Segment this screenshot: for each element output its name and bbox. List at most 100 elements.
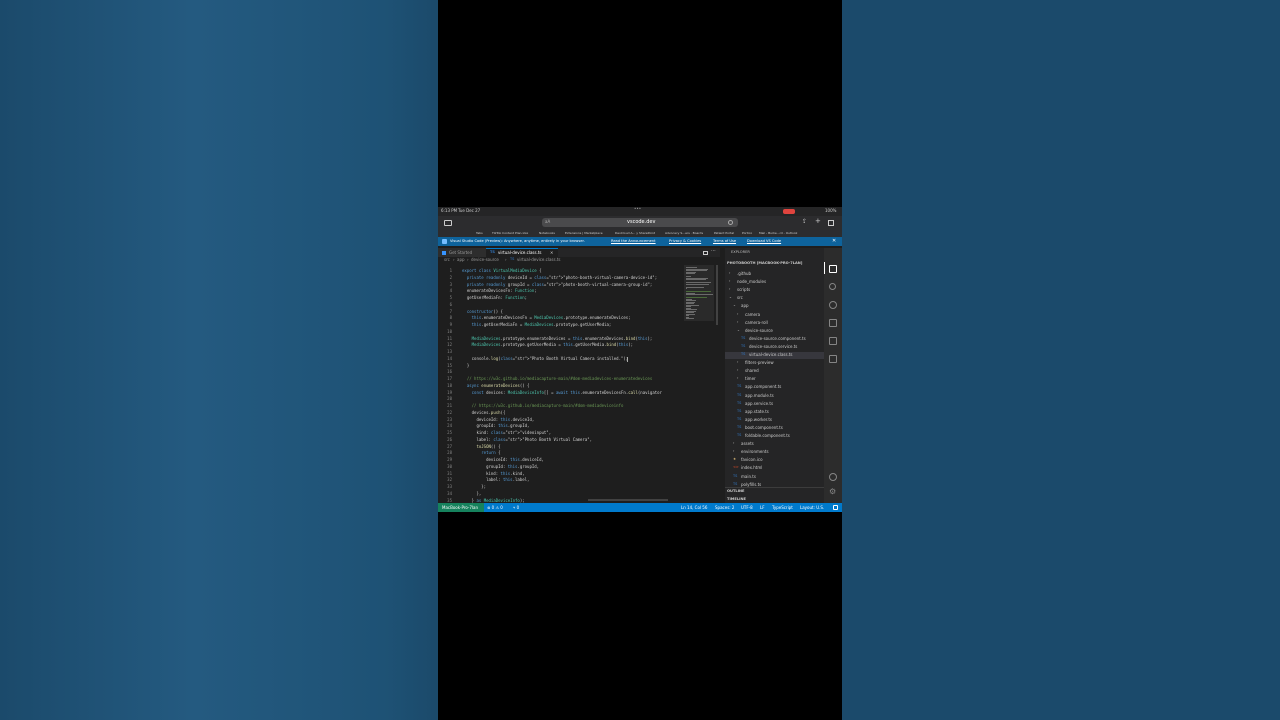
timeline-section[interactable]: TIMELINE [727, 497, 746, 502]
breadcrumb-item[interactable]: app [457, 258, 465, 262]
source-control-icon[interactable] [829, 301, 837, 309]
chevron-down-icon: ⌄ [737, 327, 740, 332]
indentation[interactable]: Spaces: 2 [715, 506, 734, 510]
account-icon[interactable] [829, 473, 837, 481]
code-text: deviceId: this.deviceId, [462, 457, 544, 462]
reader-button[interactable]: aA [545, 220, 550, 224]
new-tab-icon[interactable]: + [815, 218, 821, 225]
breadcrumb-item[interactable]: virtual-device.class.ts [517, 258, 561, 262]
language-mode[interactable]: TypeScript [772, 506, 793, 510]
minimap[interactable] [684, 265, 718, 503]
banner-link-privacy[interactable]: Privacy & Cookies [669, 239, 701, 244]
bookmark-item[interactable]: Portico [742, 232, 752, 235]
ports-indicator[interactable]: ⑂ 0 [513, 506, 519, 510]
tree-item[interactable]: › scripts [725, 287, 824, 294]
tree-item[interactable]: TS app.state.ts [725, 409, 824, 416]
run-debug-icon[interactable] [829, 319, 837, 327]
address-bar[interactable]: aA vscode.dev [542, 218, 738, 227]
extensions-icon[interactable] [829, 337, 837, 345]
breadcrumb-item[interactable]: src [444, 258, 450, 262]
tab-get-started[interactable]: Get Started [438, 248, 486, 257]
code-text: deviceId: this.deviceId, [462, 416, 535, 422]
line-number: 20 [447, 396, 452, 402]
bookmark-item[interactable]: Notebooks [539, 232, 555, 235]
bookmark-item[interactable]: Patient Portal [714, 232, 734, 235]
tree-item[interactable]: › timer [725, 376, 824, 383]
remote-explorer-icon[interactable] [829, 355, 837, 363]
tree-item[interactable]: TS device-source.component.ts [725, 336, 824, 343]
tree-item[interactable]: ⌄ src [725, 295, 824, 302]
bookmark-item[interactable]: DevCloud A... y SharePoint [615, 232, 655, 235]
tree-item[interactable]: TS app.service.ts [725, 401, 824, 408]
tree-item[interactable]: TS app.worker.ts [725, 417, 824, 424]
tabs-overview-icon[interactable] [828, 220, 834, 226]
sidebar-icon[interactable] [444, 220, 452, 226]
tree-item[interactable]: › environments [725, 449, 824, 456]
tree-item[interactable]: TS main.ts [725, 474, 824, 481]
tree-item[interactable]: › filters-preview [725, 360, 824, 367]
breadcrumb-item[interactable]: device-source [471, 258, 499, 262]
gear-icon[interactable]: ⚙ [829, 488, 836, 496]
problems-indicator[interactable]: ⊗ 0 ⚠ 0 [487, 506, 503, 510]
bookmark-item[interactable]: Mail - Burke...rd - Outlook [759, 232, 797, 235]
banner-link-terms[interactable]: Terms of Use [713, 239, 736, 244]
horizontal-scrollbar[interactable] [588, 499, 668, 501]
workspace-root[interactable]: PHOTOBOOTH [MACBOOK-PRO-7LAN] [727, 261, 802, 266]
bookmark-item[interactable]: TikTok Content Plan.xlsx [492, 232, 528, 235]
ipad-screen: 6:13 PM Tue Dec 27 ••• 100% aA vscode.de… [438, 207, 842, 512]
encoding[interactable]: UTF-8 [741, 506, 753, 510]
share-icon[interactable]: ⇪ [802, 219, 807, 225]
banner-link-announcement[interactable]: Read the Announcement [611, 239, 656, 244]
tab-close-icon[interactable]: ✕ [550, 251, 553, 255]
chevron-right-icon: › [733, 441, 735, 446]
url-text: vscode.dev [627, 219, 656, 225]
multitask-dots[interactable]: ••• [634, 207, 641, 211]
end-of-line[interactable]: LF [760, 506, 765, 510]
tree-item[interactable]: ⌄ device-source [725, 328, 824, 335]
notifications-icon[interactable] [833, 505, 838, 510]
banner-link-download[interactable]: Download VS Code [747, 239, 781, 244]
tree-item[interactable]: TS device-source.service.ts [725, 344, 824, 351]
tree-item[interactable]: TS foldable.component.ts [725, 433, 824, 440]
minimap-line [686, 288, 687, 289]
reload-icon[interactable] [728, 220, 733, 225]
tree-item[interactable]: › .github [725, 271, 824, 278]
favicon-file-icon: ★ [733, 457, 737, 462]
line-number: 12 [447, 342, 452, 348]
code-editor[interactable]: 1 export class VirtualMediaDevice {2 priv… [438, 265, 684, 503]
cursor-position[interactable]: Ln 14, Col 56 [681, 506, 707, 510]
split-editor-icon[interactable] [703, 251, 708, 255]
outline-section[interactable]: OUTLINE [727, 489, 745, 494]
tree-item[interactable]: › shared [725, 368, 824, 375]
tree-item[interactable]: ★ favicon.ico [725, 457, 824, 464]
bookmark-item[interactable]: Extensions | Marketplace [565, 232, 603, 235]
tree-item-label: polyfills.ts [741, 481, 762, 487]
tree-item[interactable]: TS app.component.ts [725, 384, 824, 391]
banner-close-icon[interactable]: ✕ [832, 239, 836, 244]
tree-item[interactable]: TS app.module.ts [725, 393, 824, 400]
tree-item-label: shared [745, 368, 759, 374]
ts-file-icon: TS [737, 392, 742, 397]
tree-item[interactable]: › assets [725, 441, 824, 448]
bookmark-item[interactable]: Tabs [476, 232, 483, 235]
scrollbar[interactable] [716, 265, 718, 325]
files-icon[interactable] [829, 265, 837, 273]
tree-item[interactable]: › camera [725, 312, 824, 319]
tree-item[interactable]: TS boot.component.ts [725, 425, 824, 432]
tree-item[interactable]: ⌄ app [725, 303, 824, 310]
remote-indicator[interactable]: MacBook-Pro-7lan [438, 503, 484, 512]
more-actions-icon[interactable]: ··· [711, 249, 716, 254]
bookmark-item[interactable]: Advocacy S...ers · Boards [665, 232, 703, 235]
tab-virtual-device[interactable]: TS virtual-device.class.ts ✕ [486, 248, 558, 257]
tree-item[interactable]: › camera-roll [725, 320, 824, 327]
code-text: MediaDevices.prototype.enumerateDevices … [471, 335, 653, 341]
minimap-line [686, 286, 704, 288]
tree-item[interactable]: <> index.html [725, 465, 824, 472]
code-text: // https://w3c.github.io/mediacapture-ma… [462, 376, 653, 381]
search-icon[interactable] [829, 283, 836, 290]
tree-item[interactable]: › node_modules [725, 279, 824, 286]
keyboard-layout[interactable]: Layout: U.S. [800, 506, 824, 510]
chevron-right-icon: › [737, 319, 739, 324]
tree-item[interactable]: TS virtual-device.class.ts [725, 352, 824, 359]
breadcrumb-separator-icon: › [453, 257, 455, 262]
